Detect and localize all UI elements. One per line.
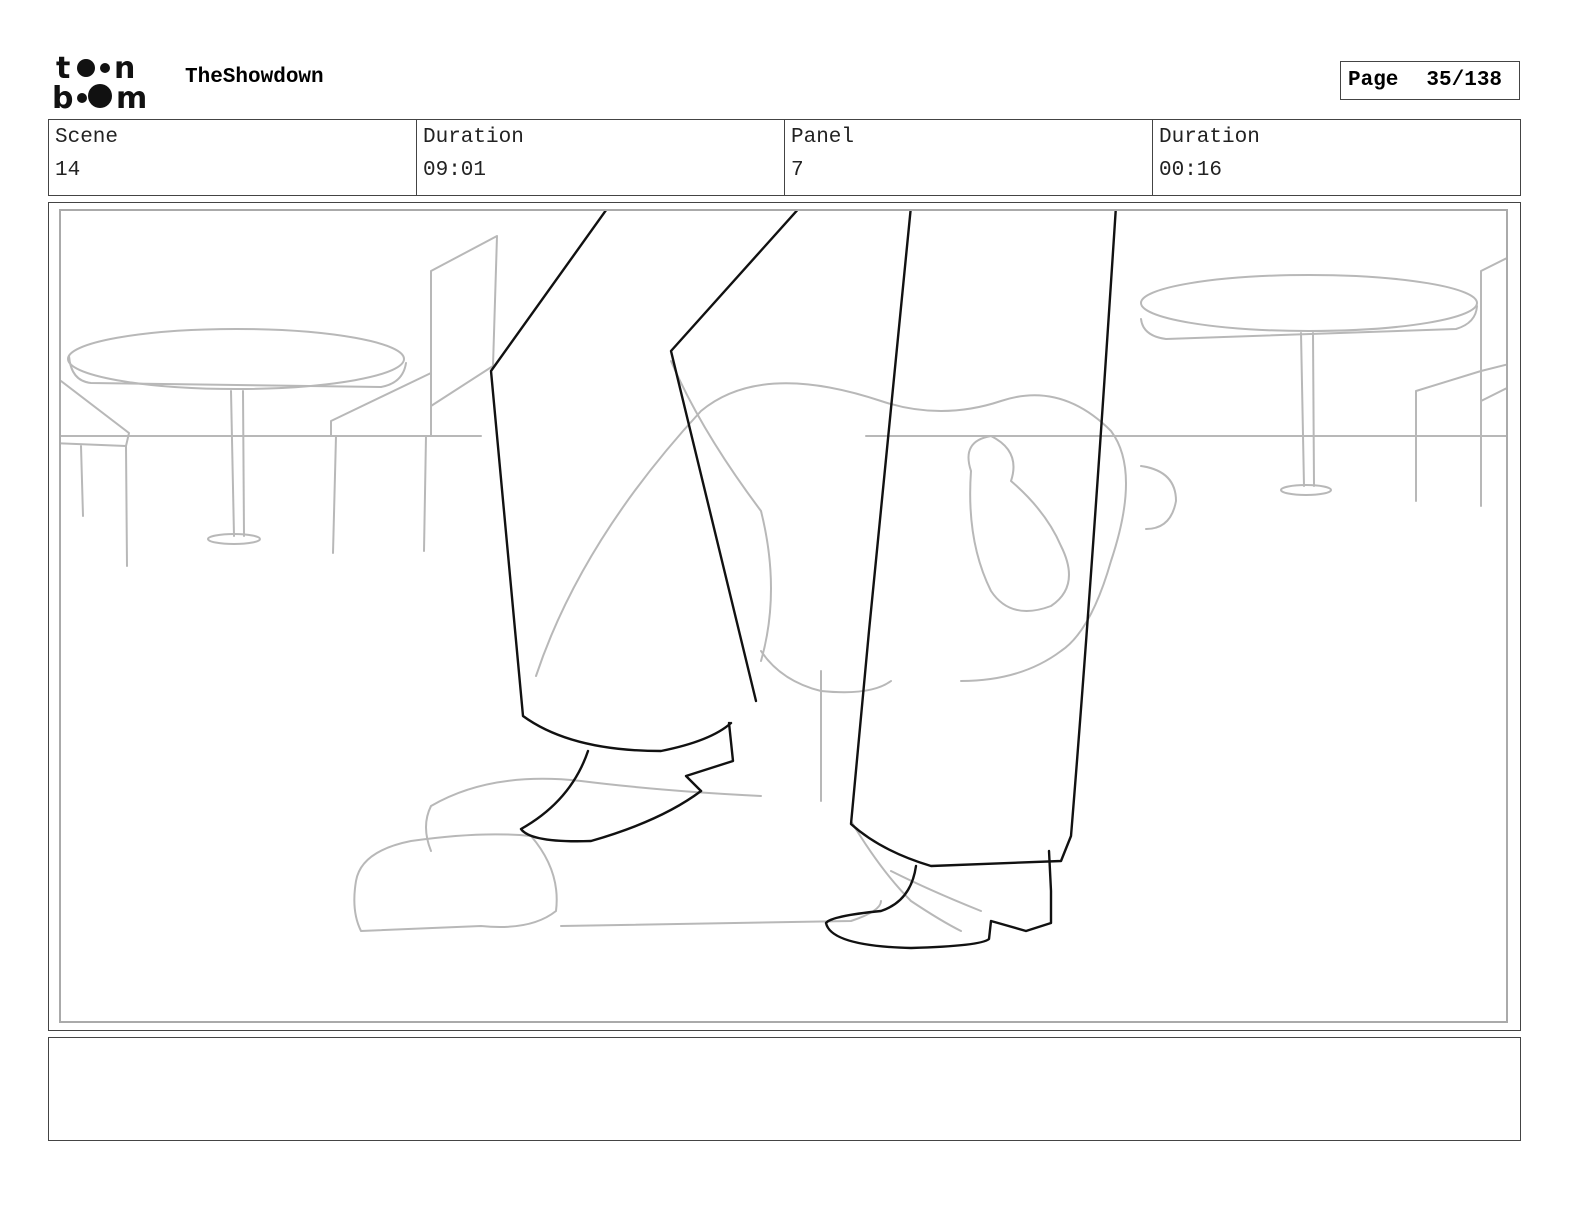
scene-value: 14 (55, 159, 81, 182)
panel-duration-value: 00:16 (1159, 159, 1223, 182)
left-chair-back (430, 235, 498, 407)
standing-legs (489, 211, 1117, 950)
left-table-top (67, 328, 405, 390)
crouching-figure (535, 382, 1127, 682)
scene-duration-value: 09:01 (423, 159, 487, 182)
project-title: TheShowdown (185, 66, 324, 89)
scene-info-table: Scene 14 Duration 09:01 Panel 7 Duration… (48, 119, 1521, 196)
scene-cell: Scene 14 (49, 120, 417, 195)
storyboard-sketch (61, 211, 1506, 950)
panel-value: 7 (791, 159, 804, 182)
right-table-top (1140, 274, 1478, 332)
scene-duration-cell: Duration 09:01 (417, 120, 785, 195)
toon-boom-logo: t n b m (52, 52, 147, 112)
panel-duration-label: Duration (1159, 126, 1260, 149)
panel-duration-cell: Duration 00:16 (1153, 120, 1520, 195)
scene-label: Scene (55, 126, 119, 149)
panel-cell: Panel 7 (785, 120, 1153, 195)
panel-notes (48, 1037, 1521, 1141)
page-label: Page (1348, 69, 1399, 92)
svg-text:b: b (52, 81, 73, 112)
panel-label: Panel (791, 126, 855, 149)
scene-duration-label: Duration (423, 126, 524, 149)
page-number: 35/138 (1426, 69, 1503, 92)
page-indicator: Page 35/138 (1340, 61, 1520, 100)
storyboard-panel-image (59, 209, 1508, 1023)
svg-text:m: m (116, 81, 147, 112)
